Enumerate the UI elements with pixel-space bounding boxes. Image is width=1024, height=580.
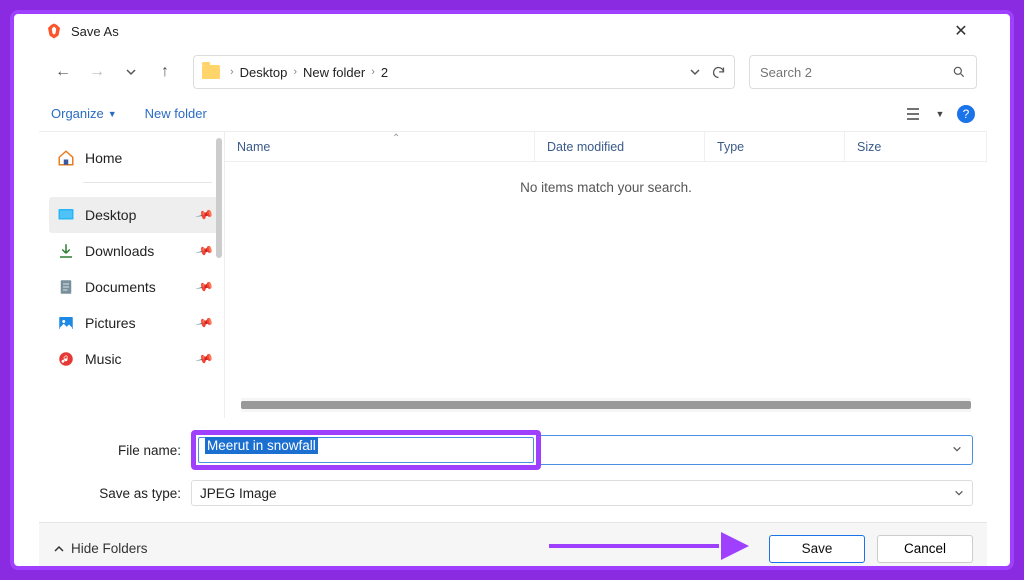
chevron-down-icon: ▼ (936, 109, 945, 119)
organize-menu[interactable]: Organize▼ (51, 106, 117, 121)
sidebar-item-pictures[interactable]: Pictures 📌 (49, 305, 220, 341)
sidebar-item-label: Pictures (85, 315, 136, 331)
pin-icon: 📌 (195, 313, 215, 333)
chevron-right-icon: › (371, 66, 375, 78)
chevron-right-icon: › (293, 66, 297, 78)
file-pane: Name ⌃ Date modified Type Size No items … (224, 132, 987, 418)
sidebar-scrollbar[interactable] (216, 138, 222, 258)
sidebar-item-documents[interactable]: Documents 📌 (49, 269, 220, 305)
pin-icon: 📌 (195, 241, 215, 261)
breadcrumb-item[interactable]: Desktop (240, 65, 288, 80)
filename-dropdown[interactable] (942, 436, 972, 462)
toolbar: Organize▼ New folder ▼ ? (39, 96, 987, 132)
chevron-down-icon (954, 488, 964, 498)
savetype-label: Save as type: (53, 486, 191, 501)
pin-icon: 📌 (195, 205, 215, 225)
downloads-icon (57, 242, 75, 260)
sidebar-item-label: Downloads (85, 243, 154, 259)
column-type[interactable]: Type (705, 132, 845, 161)
up-button[interactable]: ↑ (151, 58, 179, 86)
column-name[interactable]: Name ⌃ (225, 132, 535, 161)
window-title: Save As (71, 24, 119, 39)
sidebar-item-label: Desktop (85, 207, 136, 223)
sidebar-item-label: Home (85, 150, 122, 166)
sidebar-item-home[interactable]: Home (49, 140, 220, 176)
divider (83, 182, 212, 183)
filename-input-extend[interactable] (541, 435, 973, 465)
sidebar-item-downloads[interactable]: Downloads 📌 (49, 233, 220, 269)
sidebar-item-music[interactable]: Music 📌 (49, 341, 220, 377)
save-button[interactable]: Save (769, 535, 865, 563)
sidebar: Home Desktop 📌 Downloads 📌 Documents 📌 P… (39, 132, 224, 418)
breadcrumb-item[interactable]: New folder (303, 65, 365, 80)
pin-icon: 📌 (195, 277, 215, 297)
sidebar-item-label: Documents (85, 279, 156, 295)
forward-button[interactable]: → (83, 58, 111, 86)
column-headers: Name ⌃ Date modified Type Size (225, 132, 987, 162)
form-area: File name: Meerut in snowfall Save as ty… (39, 418, 987, 516)
close-icon[interactable]: ✕ (941, 17, 981, 45)
breadcrumb-item[interactable]: 2 (381, 65, 388, 80)
pin-icon: 📌 (195, 349, 215, 369)
column-date[interactable]: Date modified (535, 132, 705, 161)
sidebar-item-label: Music (85, 351, 122, 367)
new-folder-button[interactable]: New folder (145, 106, 207, 121)
view-options-button[interactable] (897, 101, 931, 127)
filename-input[interactable]: Meerut in snowfall (198, 437, 534, 463)
documents-icon (57, 278, 75, 296)
back-button[interactable]: ← (49, 58, 77, 86)
desktop-icon (57, 206, 75, 224)
filename-label: File name: (53, 443, 191, 458)
chevron-right-icon: › (230, 66, 234, 78)
address-dropdown-icon[interactable] (689, 66, 701, 78)
main-area: Home Desktop 📌 Downloads 📌 Documents 📌 P… (39, 132, 987, 418)
chevron-up-icon (53, 543, 65, 555)
refresh-icon[interactable] (711, 65, 726, 80)
music-icon (57, 350, 75, 368)
nav-row: ← → ↑ › Desktop › New folder › 2 (39, 48, 987, 96)
save-as-dialog: Save As ✕ ← → ↑ › Desktop › New folder ›… (39, 14, 987, 570)
address-bar[interactable]: › Desktop › New folder › 2 (193, 55, 735, 89)
pictures-icon (57, 314, 75, 332)
footer: Hide Folders Save Cancel (39, 522, 987, 570)
empty-message: No items match your search. (225, 162, 987, 398)
sidebar-item-desktop[interactable]: Desktop 📌 (49, 197, 220, 233)
column-size[interactable]: Size (845, 132, 987, 161)
search-icon[interactable] (952, 65, 966, 79)
help-button[interactable]: ? (957, 105, 975, 123)
cancel-button[interactable]: Cancel (877, 535, 973, 563)
sort-indicator-icon: ⌃ (392, 133, 400, 144)
folder-icon (202, 65, 220, 79)
search-box[interactable] (749, 55, 977, 89)
brave-icon (45, 22, 63, 40)
annotation-highlight: Meerut in snowfall (191, 430, 541, 470)
home-icon (57, 149, 75, 167)
chevron-down-icon: ▼ (108, 109, 117, 119)
view-dropdown[interactable]: ▼ (931, 101, 949, 127)
search-input[interactable] (760, 65, 952, 80)
recent-dropdown[interactable] (117, 58, 145, 86)
titlebar: Save As ✕ (39, 14, 987, 48)
hide-folders-toggle[interactable]: Hide Folders (53, 541, 148, 556)
savetype-dropdown[interactable]: JPEG Image (191, 480, 973, 506)
horizontal-scrollbar[interactable] (241, 398, 971, 412)
